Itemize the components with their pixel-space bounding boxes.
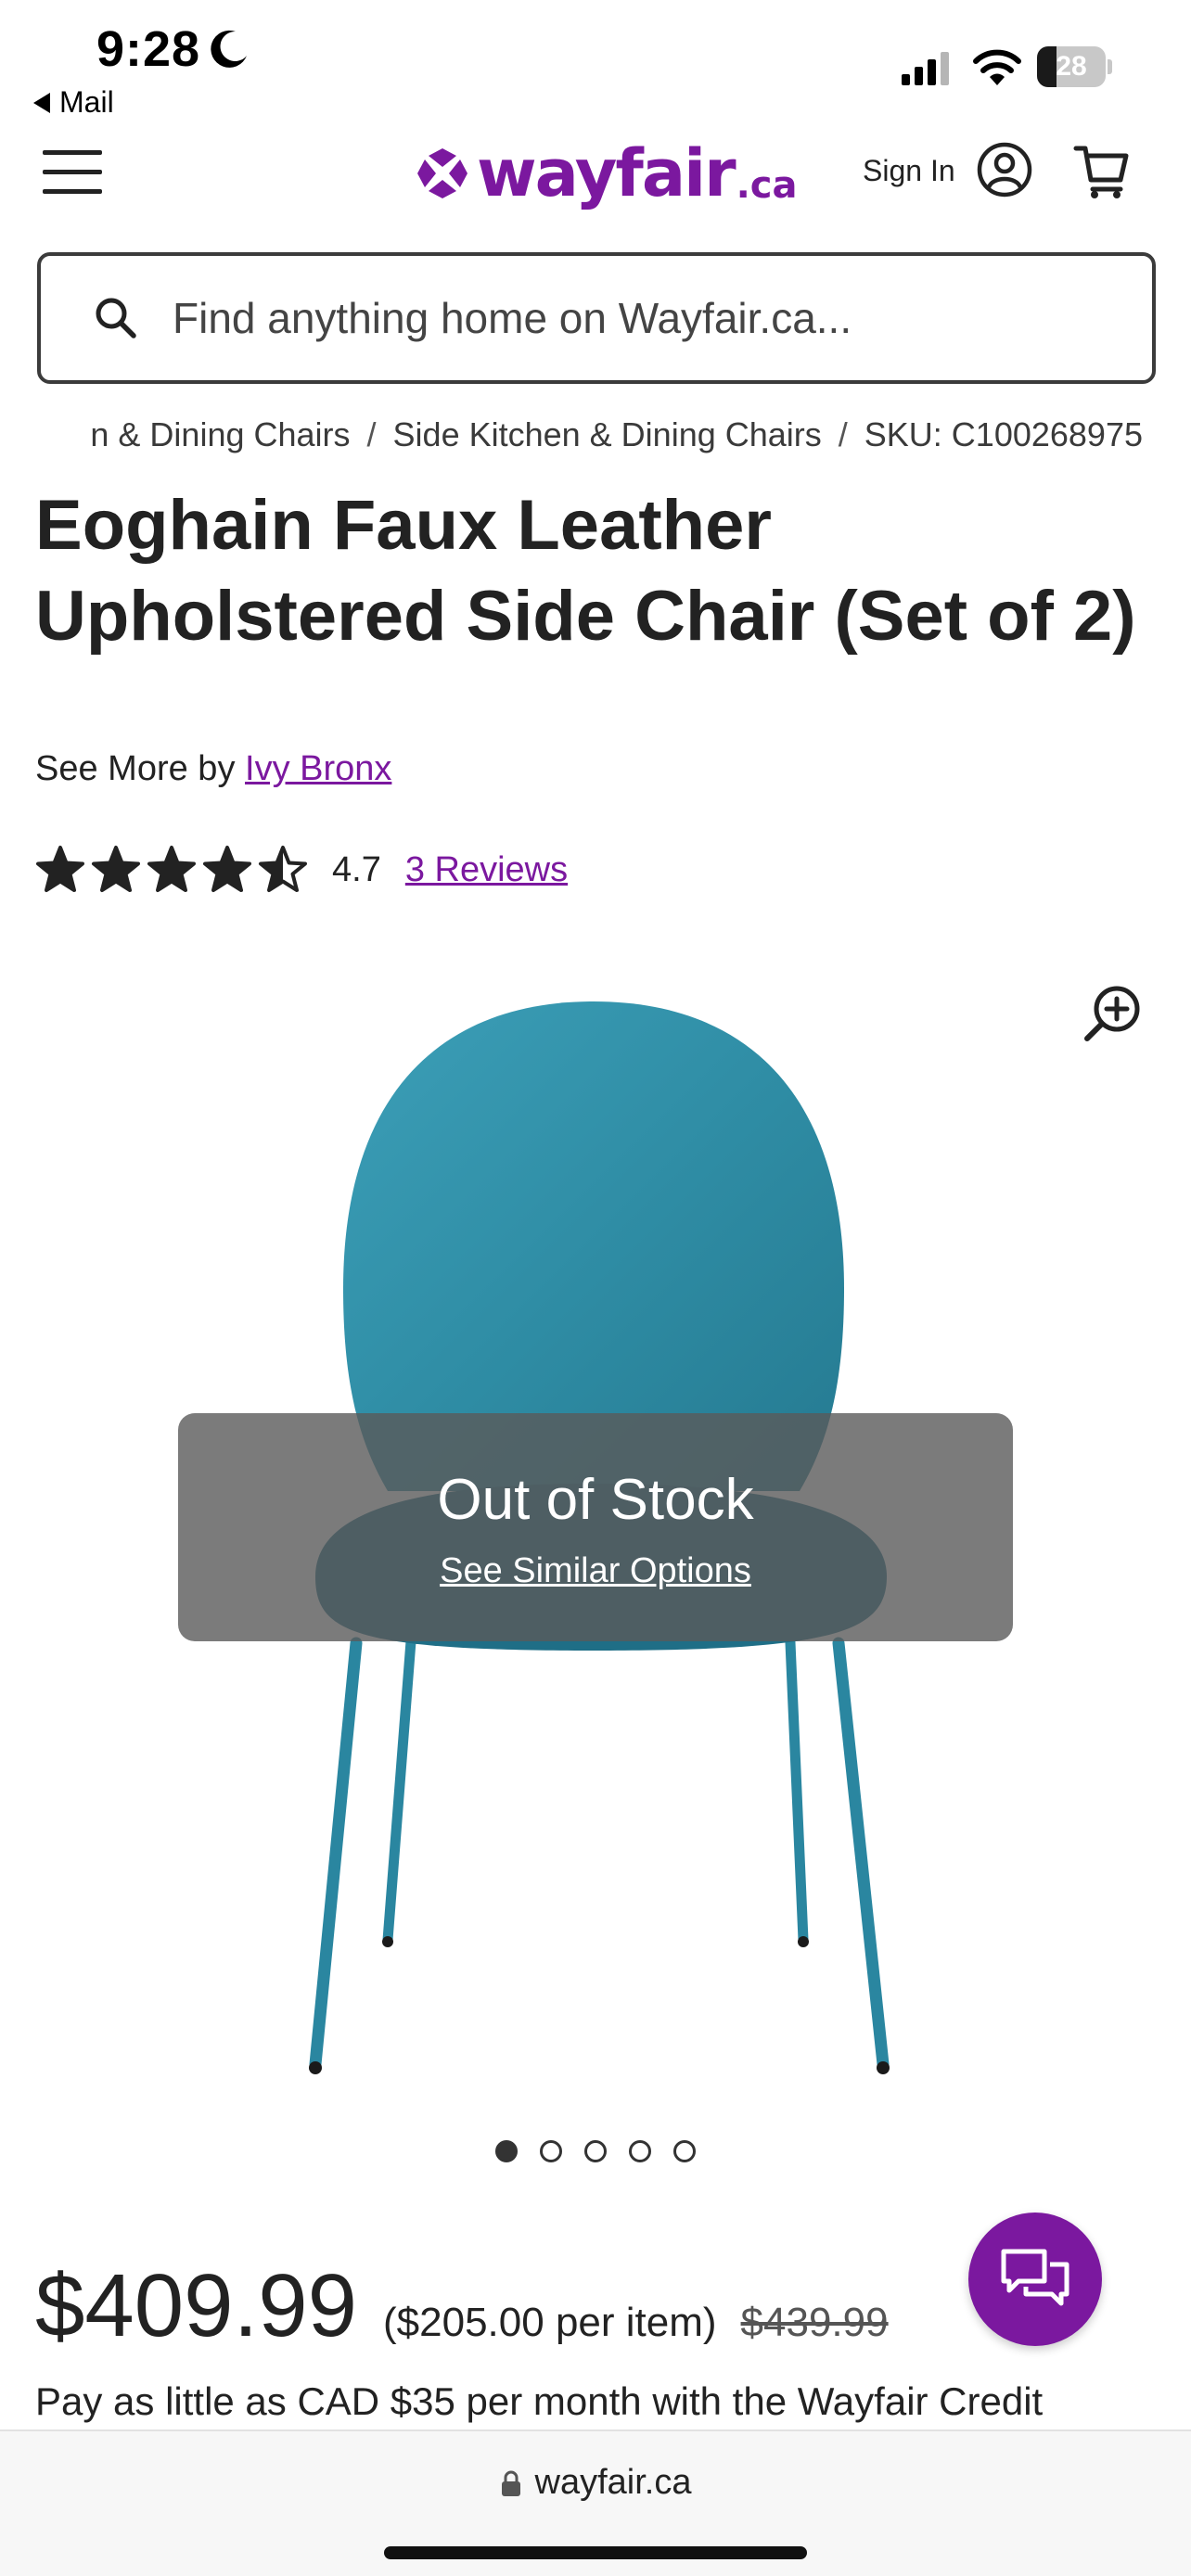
- browser-url-bar[interactable]: wayfair.ca: [0, 2429, 1191, 2576]
- original-price: $439.99: [740, 2300, 889, 2345]
- cellular-signal-icon: [902, 52, 949, 85]
- carousel-dot[interactable]: [540, 2140, 562, 2162]
- breadcrumb-item-dining-chairs[interactable]: n & Dining Chairs: [90, 415, 350, 454]
- wifi-icon: [973, 49, 1021, 85]
- moon-icon: [211, 30, 247, 68]
- lock-icon: [501, 2470, 520, 2496]
- see-more-prefix: See More by: [35, 749, 236, 788]
- back-app-label: Mail: [59, 85, 114, 119]
- logo-wordmark: wayfair: [477, 135, 736, 211]
- product-title: Eoghain Faux Leather Upholstered Side Ch…: [35, 486, 1136, 656]
- product-image-carousel[interactable]: Out of Stock See Similar Options: [0, 937, 1191, 2114]
- status-time: 9:28: [96, 21, 201, 77]
- rating-value: 4.7: [332, 849, 381, 889]
- per-item-price: ($205.00 per item): [383, 2300, 717, 2345]
- chat-button[interactable]: [968, 2213, 1102, 2346]
- breadcrumb: n & Dining Chairs / Side Kitchen & Dinin…: [0, 415, 1191, 462]
- sale-price: $409.99: [35, 2256, 358, 2355]
- star-icon: [36, 846, 84, 892]
- breadcrumb-item-side-chairs[interactable]: Side Kitchen & Dining Chairs: [393, 415, 822, 454]
- carousel-dots: [0, 2140, 1191, 2162]
- hamburger-menu-icon[interactable]: [43, 150, 102, 198]
- credit-offer-text: Pay as little as CAD $35 per month with …: [35, 2379, 1044, 2423]
- back-to-mail-link[interactable]: Mail: [33, 85, 114, 120]
- rating-row: 4.7 3 Reviews: [35, 842, 568, 898]
- brand-link[interactable]: Ivy Bronx: [245, 749, 391, 788]
- logo-tld: .ca: [736, 164, 798, 207]
- carousel-dot[interactable]: [673, 2140, 696, 2162]
- wayfair-logo[interactable]: wayfair .ca: [416, 132, 798, 215]
- home-indicator[interactable]: [384, 2546, 807, 2559]
- account-icon[interactable]: [976, 141, 1033, 198]
- out-of-stock-overlay: Out of Stock See Similar Options: [178, 1413, 1013, 1641]
- battery-indicator: 28: [1037, 46, 1113, 87]
- chat-bubbles-icon: [1001, 2249, 1069, 2306]
- breadcrumb-separator: /: [838, 415, 848, 453]
- carousel-dot[interactable]: [495, 2140, 518, 2162]
- status-bar: 9:28 Mail 28: [0, 0, 1191, 130]
- site-header: wayfair .ca Sign In: [0, 130, 1191, 232]
- wayfair-pinwheel-icon: [417, 148, 467, 198]
- breadcrumb-sku: SKU: C100268975: [864, 415, 1143, 453]
- breadcrumb-separator: /: [366, 415, 377, 453]
- carousel-dot[interactable]: [629, 2140, 651, 2162]
- cart-icon[interactable]: [1072, 141, 1132, 200]
- star-icon: [147, 846, 196, 892]
- star-icon: [259, 846, 307, 892]
- battery-percent: 28: [1056, 51, 1087, 82]
- search-input[interactable]: Find anything home on Wayfair.ca...: [37, 252, 1156, 384]
- sign-in-link[interactable]: Sign In: [863, 154, 955, 188]
- zoom-in-icon[interactable]: [1080, 981, 1145, 1046]
- carousel-dot[interactable]: [584, 2140, 607, 2162]
- star-icon: [203, 846, 251, 892]
- price-row: $409.99 ($205.00 per item) $439.99: [35, 2255, 889, 2357]
- search-icon: [96, 298, 136, 338]
- search-placeholder: Find anything home on Wayfair.ca...: [173, 294, 852, 342]
- see-similar-options-link[interactable]: See Similar Options: [440, 1551, 751, 1591]
- out-of-stock-label: Out of Stock: [437, 1468, 754, 1532]
- see-more-by-line: See More by Ivy Bronx: [35, 749, 391, 789]
- star-rating: [35, 845, 314, 895]
- url-text: wayfair.ca: [534, 2463, 692, 2502]
- back-triangle-icon: [33, 92, 50, 113]
- reviews-link[interactable]: 3 Reviews: [405, 850, 568, 890]
- star-icon: [92, 846, 140, 892]
